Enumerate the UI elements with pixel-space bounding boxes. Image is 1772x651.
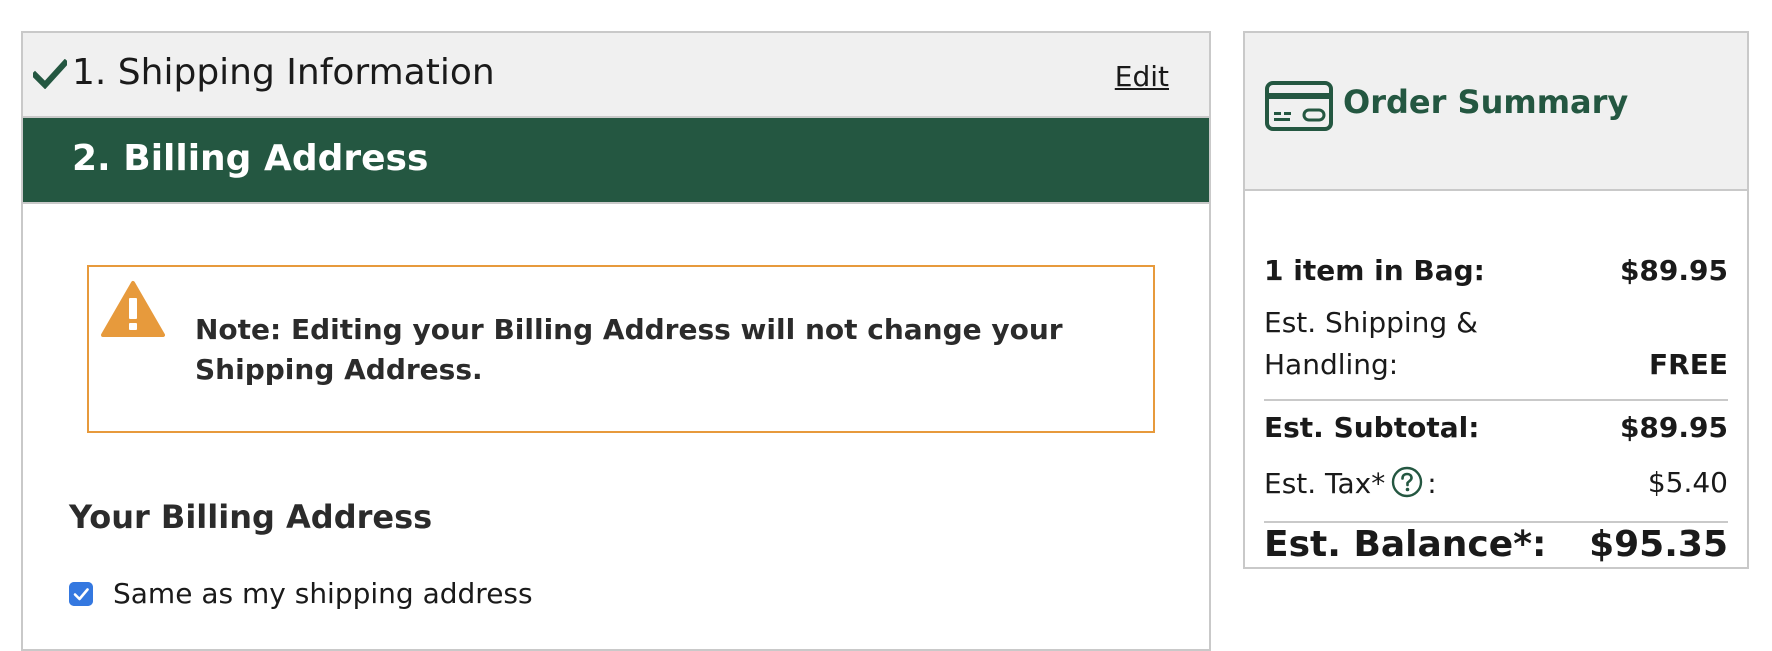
- billing-note-box: Note: Editing your Billing Address will …: [87, 265, 1155, 433]
- shipping-value: FREE: [1649, 348, 1728, 381]
- summary-divider: [1264, 399, 1728, 401]
- shipping-label-line2: Handling:: [1264, 348, 1399, 381]
- subtotal-label: Est. Subtotal:: [1264, 411, 1480, 444]
- shipping-label-line1: Est. Shipping &: [1264, 306, 1478, 339]
- help-icon[interactable]: [1391, 466, 1423, 498]
- billing-address-heading: Your Billing Address: [69, 498, 433, 536]
- balance-label: Est. Balance*:: [1264, 524, 1547, 565]
- checkout-panel: 1. Shipping Information Edit 2. Billing …: [21, 31, 1211, 651]
- items-in-bag-value: $89.95: [1619, 254, 1728, 287]
- same-as-shipping-label[interactable]: Same as my shipping address: [113, 577, 533, 610]
- order-summary-header: Order Summary: [1245, 33, 1747, 191]
- order-summary-title: Order Summary: [1343, 83, 1629, 121]
- warning-icon: [101, 281, 165, 337]
- summary-divider: [1264, 521, 1728, 523]
- balance-value: $95.35: [1589, 524, 1728, 565]
- billing-note-text: Note: Editing your Billing Address will …: [195, 313, 1063, 386]
- tax-suffix: :: [1427, 467, 1437, 500]
- tax-label: Est. Tax*: [1264, 467, 1386, 500]
- edit-shipping-link[interactable]: Edit: [1115, 60, 1169, 93]
- shipping-step-title: 1. Shipping Information: [72, 52, 495, 93]
- subtotal-value: $89.95: [1619, 411, 1728, 444]
- checkmark-icon: [33, 59, 67, 89]
- order-summary-panel: Order Summary 1 item in Bag: $89.95 Est.…: [1243, 31, 1749, 569]
- credit-card-icon: [1265, 81, 1333, 131]
- same-as-shipping-checkbox[interactable]: [69, 582, 93, 606]
- tax-value: $5.40: [1647, 466, 1728, 499]
- tax-label-group: Est. Tax*:: [1264, 466, 1437, 500]
- billing-step-title: 2. Billing Address: [72, 138, 429, 179]
- items-in-bag-label: 1 item in Bag:: [1264, 254, 1485, 287]
- billing-step-header: 2. Billing Address: [23, 118, 1209, 204]
- shipping-step-header: 1. Shipping Information Edit: [23, 33, 1209, 118]
